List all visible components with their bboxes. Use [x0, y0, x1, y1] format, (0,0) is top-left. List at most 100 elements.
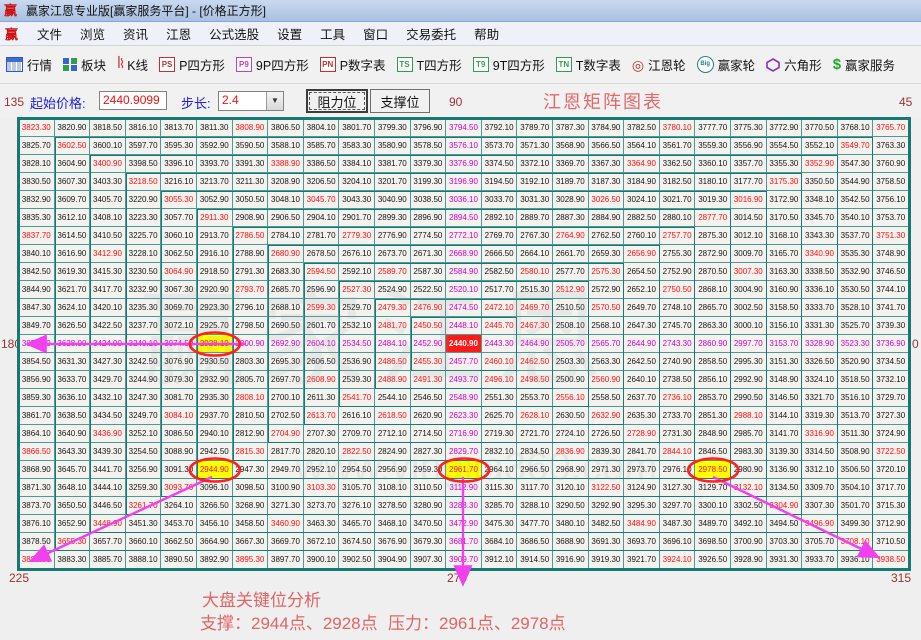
matrix-cell[interactable]: 3040.90: [375, 191, 411, 209]
matrix-cell[interactable]: 3415.30: [90, 263, 126, 281]
matrix-cell[interactable]: 2820.10: [303, 443, 340, 461]
matrix-cell[interactable]: 3760.90: [873, 155, 909, 173]
matrix-cell[interactable]: 3352.90: [802, 155, 838, 173]
matrix-cell[interactable]: 2947.30: [232, 461, 269, 479]
matrix-cell[interactable]: 2594.50: [303, 263, 340, 281]
matrix-cell[interactable]: 2440.90: [446, 335, 482, 353]
matrix-cell[interactable]: 3345.70: [802, 209, 838, 227]
matrix-cell[interactable]: 3830.50: [19, 173, 55, 191]
matrix-cell[interactable]: 2959.30: [410, 461, 447, 479]
matrix-cell[interactable]: 3206.50: [303, 173, 340, 191]
matrix-cell[interactable]: 3744.10: [873, 281, 909, 299]
matrix-cell[interactable]: 2764.90: [553, 227, 589, 245]
matrix-cell[interactable]: 3033.70: [481, 191, 518, 209]
matrix-cell[interactable]: 3028.90: [553, 191, 589, 209]
toolbar-button-板块[interactable]: 板块: [63, 55, 106, 74]
matrix-cell[interactable]: 3746.50: [873, 263, 909, 281]
matrix-cell[interactable]: 2762.50: [588, 227, 625, 245]
matrix-cell[interactable]: 3684.10: [481, 533, 518, 551]
matrix-cell[interactable]: 3808.90: [232, 119, 269, 137]
matrix-cell[interactable]: 3004.90: [731, 281, 767, 299]
matrix-cell[interactable]: 3696.10: [659, 533, 696, 551]
matrix-cell[interactable]: 3403.30: [90, 173, 126, 191]
matrix-cell[interactable]: 3336.10: [802, 281, 838, 299]
matrix-cell[interactable]: 3422.50: [90, 317, 126, 335]
matrix-cell[interactable]: 2544.10: [375, 389, 411, 407]
matrix-cell[interactable]: 2748.10: [659, 299, 696, 317]
matrix-cell[interactable]: 2673.70: [375, 245, 411, 263]
matrix-cell[interactable]: 3314.50: [802, 443, 838, 461]
matrix-cell[interactable]: 3784.90: [588, 119, 625, 137]
mdi-child-icon[interactable]: 赢: [5, 24, 18, 43]
matrix-cell[interactable]: 2680.90: [268, 245, 304, 263]
menu-item-浏览[interactable]: 浏览: [71, 26, 114, 44]
matrix-cell[interactable]: 3624.10: [54, 299, 91, 317]
matrix-cell[interactable]: 2606.50: [303, 353, 340, 371]
matrix-cell[interactable]: 3424.90: [90, 335, 126, 353]
matrix-cell[interactable]: 3811.30: [197, 119, 233, 137]
matrix-cell[interactable]: 3273.70: [303, 497, 340, 515]
matrix-cell[interactable]: 2625.70: [481, 407, 518, 425]
matrix-cell[interactable]: 3518.50: [837, 371, 874, 389]
matrix-cell[interactable]: 2584.90: [446, 263, 482, 281]
matrix-cell[interactable]: 3856.90: [19, 371, 55, 389]
matrix-cell[interactable]: 3806.50: [268, 119, 304, 137]
matrix-cell[interactable]: 3782.50: [624, 119, 660, 137]
matrix-cell[interactable]: 2515.30: [517, 281, 553, 299]
matrix-cell[interactable]: 2846.50: [695, 443, 731, 461]
matrix-cell[interactable]: 3232.90: [125, 281, 162, 299]
matrix-cell[interactable]: 3756.10: [873, 191, 909, 209]
matrix-cell[interactable]: 2815.30: [232, 443, 269, 461]
matrix-cell[interactable]: 3324.10: [802, 371, 838, 389]
matrix-cell[interactable]: 3000.10: [731, 317, 767, 335]
matrix-cell[interactable]: 3117.70: [517, 479, 553, 497]
matrix-cell[interactable]: 2976.10: [659, 461, 696, 479]
matrix-cell[interactable]: 2740.90: [659, 353, 696, 371]
matrix-cell[interactable]: 3559.30: [695, 137, 731, 155]
matrix-cell[interactable]: 2875.30: [695, 227, 731, 245]
matrix-cell[interactable]: 2992.90: [731, 371, 767, 389]
matrix-cell[interactable]: 2776.90: [375, 227, 411, 245]
matrix-cell[interactable]: 3732.10: [873, 371, 909, 389]
matrix-cell[interactable]: 3470.50: [410, 515, 447, 533]
matrix-cell[interactable]: 2752.90: [659, 263, 696, 281]
matrix-cell[interactable]: 3523.30: [837, 335, 874, 353]
matrix-cell[interactable]: 2503.30: [553, 353, 589, 371]
matrix-cell[interactable]: 3748.90: [873, 245, 909, 263]
matrix-cell[interactable]: 3556.90: [731, 137, 767, 155]
toolbar-button-T数字表[interactable]: TN T数字表: [555, 55, 621, 74]
matrix-cell[interactable]: 2788.90: [232, 245, 269, 263]
matrix-cell[interactable]: 3897.70: [268, 551, 304, 569]
matrix-cell[interactable]: 3616.90: [54, 245, 91, 263]
matrix-cell[interactable]: 3660.10: [125, 533, 162, 551]
matrix-cell[interactable]: 3705.70: [802, 533, 838, 551]
matrix-cell[interactable]: 3698.50: [695, 533, 731, 551]
matrix-cell[interactable]: 3432.10: [90, 389, 126, 407]
matrix-cell[interactable]: 3122.50: [588, 479, 625, 497]
matrix-cell[interactable]: 3067.30: [161, 281, 197, 299]
matrix-cell[interactable]: 3038.50: [410, 191, 447, 209]
matrix-cell[interactable]: 2743.30: [659, 335, 696, 353]
matrix-cell[interactable]: 3427.30: [90, 353, 126, 371]
matrix-cell[interactable]: 3182.50: [659, 173, 696, 191]
matrix-cell[interactable]: 3259.30: [125, 479, 162, 497]
matrix-cell[interactable]: 3530.50: [837, 281, 874, 299]
matrix-cell[interactable]: 3151.30: [766, 353, 803, 371]
matrix-cell[interactable]: 3823.30: [19, 119, 55, 137]
matrix-cell[interactable]: 2536.90: [339, 353, 375, 371]
matrix-cell[interactable]: 3261.70: [125, 497, 162, 515]
matrix-cell[interactable]: 3081.70: [161, 389, 197, 407]
matrix-cell[interactable]: 3074.50: [161, 335, 197, 353]
matrix-cell[interactable]: 3357.70: [731, 155, 767, 173]
matrix-cell[interactable]: 3448.90: [90, 515, 126, 533]
matrix-cell[interactable]: 2553.70: [517, 389, 553, 407]
matrix-cell[interactable]: 3465.70: [339, 515, 375, 533]
matrix-cell[interactable]: 3904.90: [375, 551, 411, 569]
matrix-cell[interactable]: 3770.50: [802, 119, 838, 137]
matrix-cell[interactable]: 2911.30: [197, 209, 233, 227]
matrix-cell[interactable]: 2491.30: [410, 371, 447, 389]
matrix-cell[interactable]: 3244.90: [125, 371, 162, 389]
matrix-cell[interactable]: 3513.70: [837, 407, 874, 425]
matrix-cell[interactable]: 3024.10: [624, 191, 660, 209]
matrix-cell[interactable]: 3789.70: [517, 119, 553, 137]
